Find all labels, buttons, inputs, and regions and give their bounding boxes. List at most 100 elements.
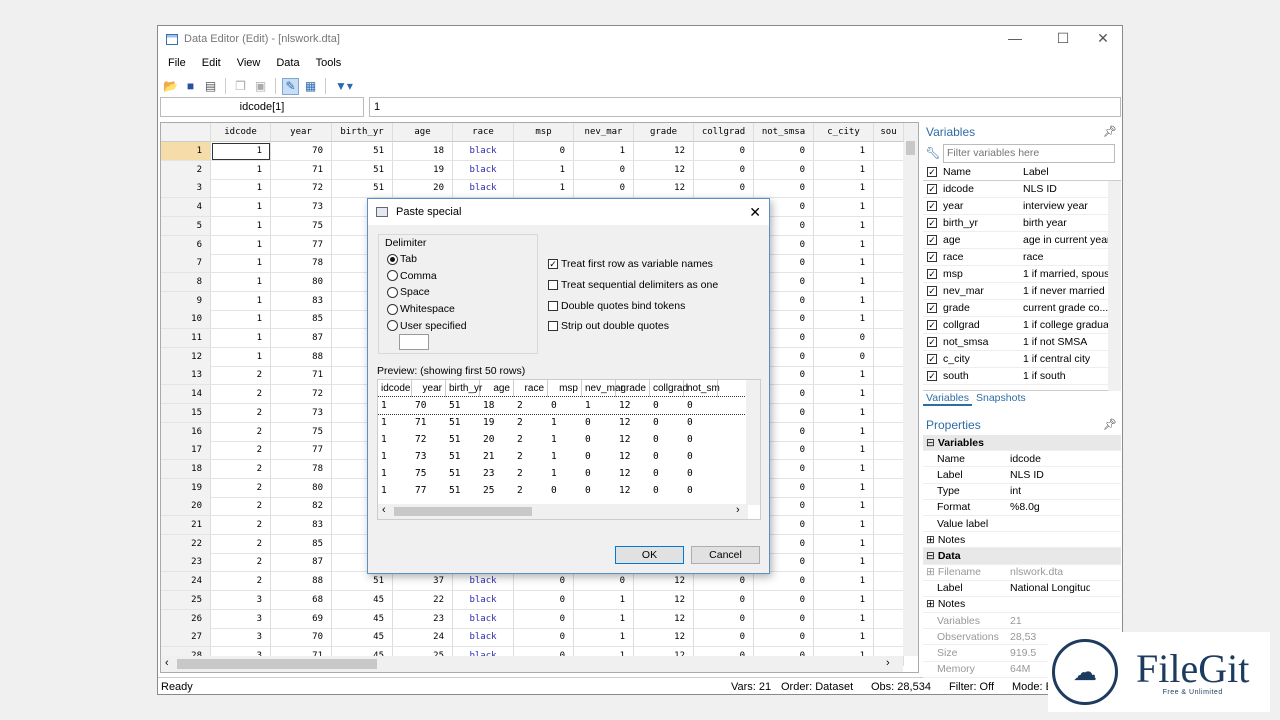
grid-cell[interactable]: 23 bbox=[393, 609, 453, 629]
grid-cell[interactable]: 51 bbox=[332, 572, 393, 592]
property-row[interactable]: ⊟ Data bbox=[923, 548, 1121, 565]
cell-value-input[interactable]: 1 bbox=[369, 97, 1121, 117]
grid-cell[interactable] bbox=[874, 366, 904, 386]
checkbox[interactable] bbox=[548, 321, 558, 332]
checkbox-option[interactable]: Strip out double quotes bbox=[548, 316, 718, 337]
grid-cell[interactable]: 12 bbox=[634, 590, 694, 610]
grid-cell[interactable]: 1 bbox=[574, 609, 634, 629]
radio-button[interactable] bbox=[387, 270, 398, 282]
grid-cell[interactable]: 1 bbox=[814, 366, 874, 386]
menu-file[interactable]: File bbox=[168, 57, 186, 69]
row-number[interactable]: 4 bbox=[161, 198, 211, 218]
radio-button[interactable] bbox=[387, 320, 398, 332]
variable-row[interactable]: ✓ c_city 1 if central city bbox=[923, 351, 1121, 368]
pin-icon[interactable]: 📌︎ bbox=[1103, 122, 1117, 142]
variable-checkbox[interactable]: ✓ bbox=[927, 252, 937, 262]
menu-tools[interactable]: Tools bbox=[316, 57, 342, 69]
property-row[interactable]: ⊟ Variables bbox=[923, 435, 1121, 452]
browse-mode-icon[interactable]: ▦ bbox=[302, 78, 319, 95]
grid-cell[interactable]: black bbox=[453, 572, 514, 592]
tab-variables[interactable]: Variables bbox=[923, 391, 972, 406]
row-number[interactable]: 17 bbox=[161, 441, 211, 461]
row-number[interactable]: 10 bbox=[161, 310, 211, 330]
grid-cell[interactable]: 2 bbox=[211, 478, 271, 498]
checkbox-option[interactable]: Double quotes bind tokens bbox=[548, 295, 718, 316]
variable-checkbox[interactable]: ✓ bbox=[927, 286, 937, 296]
property-row[interactable]: ⊞ Filename nlswork.dta bbox=[923, 565, 1121, 581]
column-header-msp[interactable]: msp bbox=[514, 123, 574, 142]
grid-cell[interactable]: 78 bbox=[271, 254, 332, 274]
table-row[interactable]: 3 1 72 51 20 black 1 0 12 0 0 1 bbox=[161, 179, 904, 199]
variable-row[interactable]: ✓ race race bbox=[923, 249, 1121, 266]
grid-cell[interactable]: 0 bbox=[514, 572, 574, 592]
row-number[interactable]: 15 bbox=[161, 403, 211, 423]
variable-checkbox[interactable]: ✓ bbox=[927, 201, 937, 211]
expand-icon[interactable]: ⊞ bbox=[926, 534, 935, 546]
grid-cell[interactable] bbox=[874, 142, 904, 161]
grid-cell[interactable]: 0 bbox=[574, 160, 634, 180]
minimize-button[interactable]: — bbox=[1000, 30, 1030, 46]
grid-cell[interactable]: 0 bbox=[514, 590, 574, 610]
variable-row[interactable]: ✓ collgrad 1 if college gradua... bbox=[923, 317, 1121, 334]
grid-cell[interactable]: 1 bbox=[814, 160, 874, 180]
grid-cell[interactable]: black bbox=[453, 142, 514, 161]
grid-cell[interactable]: 0 bbox=[694, 142, 754, 161]
grid-cell[interactable]: 45 bbox=[332, 590, 393, 610]
grid-cell[interactable]: 1 bbox=[574, 142, 634, 161]
variable-checkbox[interactable]: ✓ bbox=[927, 184, 937, 194]
grid-cell[interactable]: 2 bbox=[211, 572, 271, 592]
grid-cell[interactable]: 87 bbox=[271, 553, 332, 573]
grid-cell[interactable] bbox=[874, 160, 904, 180]
column-header-birth_yr[interactable]: birth_yr bbox=[332, 123, 393, 142]
grid-cell[interactable] bbox=[874, 310, 904, 330]
column-header-not_smsa[interactable]: not_smsa bbox=[754, 123, 814, 142]
radio-comma[interactable]: Comma bbox=[387, 268, 537, 285]
grid-cell[interactable] bbox=[874, 329, 904, 348]
pin-icon[interactable]: 📌︎ bbox=[1103, 415, 1117, 435]
ok-button[interactable]: OK bbox=[615, 546, 684, 564]
grid-cell[interactable]: 1 bbox=[814, 628, 874, 648]
close-button[interactable]: ✕ bbox=[1088, 30, 1118, 47]
grid-cell[interactable] bbox=[874, 609, 904, 629]
grid-cell[interactable] bbox=[874, 497, 904, 517]
grid-cell[interactable] bbox=[874, 347, 904, 367]
grid-cell[interactable]: 70 bbox=[271, 142, 332, 161]
save-icon[interactable]: ■ bbox=[182, 78, 199, 95]
variable-row[interactable]: ✓ south 1 if south bbox=[923, 368, 1121, 385]
grid-cell[interactable]: 1 bbox=[211, 347, 271, 367]
grid-cell[interactable]: black bbox=[453, 609, 514, 629]
grid-cell[interactable]: 1 bbox=[814, 572, 874, 592]
property-row[interactable]: Name idcode bbox=[923, 451, 1121, 468]
grid-cell[interactable] bbox=[874, 235, 904, 255]
column-header-age[interactable]: age bbox=[393, 123, 453, 142]
grid-cell[interactable]: 0 bbox=[694, 590, 754, 610]
grid-cell[interactable]: 2 bbox=[211, 497, 271, 517]
variable-filter-input[interactable] bbox=[943, 143, 1115, 163]
grid-cell[interactable] bbox=[874, 179, 904, 199]
grid-cell[interactable] bbox=[874, 254, 904, 274]
grid-cell[interactable]: 1 bbox=[211, 329, 271, 348]
row-number[interactable]: 16 bbox=[161, 422, 211, 442]
grid-cell[interactable]: 0 bbox=[514, 628, 574, 648]
grid-cell[interactable]: 1 bbox=[814, 590, 874, 610]
grid-cell[interactable]: black bbox=[453, 628, 514, 648]
grid-cell[interactable]: 1 bbox=[814, 609, 874, 629]
grid-cell[interactable]: 12 bbox=[634, 572, 694, 592]
grid-cell[interactable]: 1 bbox=[814, 216, 874, 236]
grid-cell[interactable]: 1 bbox=[814, 385, 874, 405]
grid-cell[interactable]: 0 bbox=[754, 160, 814, 180]
grid-cell[interactable]: 1 bbox=[814, 310, 874, 330]
grid-cell[interactable]: 0 bbox=[754, 179, 814, 199]
grid-cell[interactable]: 88 bbox=[271, 347, 332, 367]
grid-cell[interactable]: 77 bbox=[271, 441, 332, 461]
grid-cell[interactable]: 1 bbox=[211, 142, 271, 161]
grid-cell[interactable]: 85 bbox=[271, 534, 332, 554]
preview-horizontal-scrollbar[interactable]: ‹ › bbox=[378, 504, 748, 519]
column-header-sou[interactable]: sou bbox=[874, 123, 904, 142]
grid-cell[interactable] bbox=[874, 422, 904, 442]
edit-mode-icon[interactable]: ✎ bbox=[282, 77, 299, 95]
grid-cell[interactable]: 1 bbox=[814, 516, 874, 535]
horizontal-scrollbar[interactable]: ‹ › bbox=[161, 656, 903, 672]
grid-cell[interactable]: 2 bbox=[211, 366, 271, 386]
grid-cell[interactable]: 0 bbox=[754, 590, 814, 610]
